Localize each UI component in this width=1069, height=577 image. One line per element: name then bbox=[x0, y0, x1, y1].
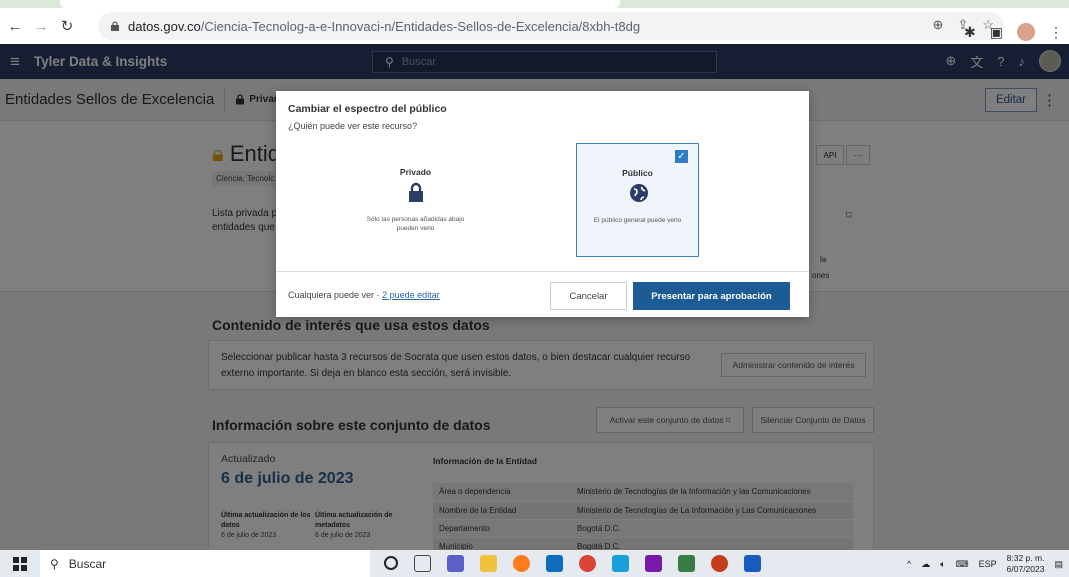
private-description: Sólo las personas añadidas abajo pueden … bbox=[366, 216, 465, 232]
windows-taskbar: ⚲ Buscar ^ ☁ 🔈︎ ⌨ ESP 8:32 p. m. 6/07/2023… bbox=[0, 550, 1069, 577]
editors-link[interactable]: 2 puede editar bbox=[382, 290, 440, 300]
browser-toolbar: ← → ↻ datos.gov.co/Ciencia-Tecnolog-a-e-… bbox=[0, 8, 1069, 44]
firefox-icon[interactable] bbox=[513, 555, 530, 572]
extensions-icon[interactable]: ✱ bbox=[964, 24, 976, 41]
edge-icon[interactable] bbox=[612, 555, 629, 572]
modal-footer: Cualquiera puede ver · 2 puede editar Ca… bbox=[276, 271, 809, 317]
teams-icon[interactable] bbox=[447, 555, 464, 572]
chrome-icon[interactable] bbox=[579, 555, 596, 572]
modal-title: Cambiar el espectro del público bbox=[288, 103, 447, 115]
onenote-icon[interactable] bbox=[645, 555, 662, 572]
notifications-icon[interactable]: ▤ bbox=[1054, 559, 1063, 570]
onedrive-icon[interactable]: ☁ bbox=[921, 559, 930, 570]
taskbar-apps bbox=[384, 555, 761, 572]
windows-start-icon[interactable] bbox=[0, 550, 40, 577]
task-view-icon[interactable] bbox=[414, 555, 431, 572]
public-label: Público bbox=[622, 168, 653, 178]
public-description: El público general puede verlo bbox=[593, 217, 682, 224]
back-icon[interactable]: ← bbox=[4, 15, 26, 37]
cancel-button[interactable]: Cancelar bbox=[550, 282, 627, 310]
lock-icon bbox=[111, 21, 119, 31]
volume-icon[interactable]: 🔈︎ bbox=[940, 559, 945, 570]
word-icon[interactable] bbox=[744, 555, 761, 572]
system-tray: ^ ☁ 🔈︎ ⌨ ESP 8:32 p. m. 6/07/2023 ▤ bbox=[907, 553, 1063, 575]
forward-icon[interactable]: → bbox=[30, 15, 52, 37]
menu-kebab-icon[interactable]: ⋮ bbox=[1049, 24, 1063, 41]
browser-tab-strip bbox=[0, 0, 1069, 8]
search-icon: ⚲ bbox=[50, 556, 59, 571]
chevron-up-icon[interactable]: ^ bbox=[907, 559, 911, 569]
outlook-icon[interactable] bbox=[546, 555, 563, 572]
active-tab[interactable] bbox=[60, 0, 620, 8]
zoom-icon[interactable]: ⊕ bbox=[933, 17, 944, 33]
globe-icon bbox=[630, 184, 648, 202]
reload-icon[interactable]: ↻ bbox=[56, 15, 78, 37]
audience-modal: Cambiar el espectro del público ¿Quién p… bbox=[276, 91, 809, 317]
private-option[interactable]: Privado Sólo las personas añadidas abajo… bbox=[354, 143, 477, 257]
modal-subtitle: ¿Quién puede ver este recurso? bbox=[288, 121, 418, 131]
keyboard-icon[interactable]: ⌨ bbox=[956, 559, 969, 570]
app-icon[interactable] bbox=[678, 555, 695, 572]
language-indicator[interactable]: ESP bbox=[979, 559, 997, 569]
lock-icon bbox=[409, 182, 423, 202]
public-option[interactable]: ✓ Público El público general puede verlo bbox=[576, 143, 699, 257]
address-bar[interactable]: datos.gov.co/Ciencia-Tecnolog-a-e-Innova… bbox=[98, 12, 1004, 40]
sidepanel-icon[interactable]: ▣ bbox=[990, 24, 1003, 41]
clock[interactable]: 8:32 p. m. 6/07/2023 bbox=[1007, 553, 1045, 575]
taskbar-search[interactable]: ⚲ Buscar bbox=[40, 550, 370, 577]
cortana-icon[interactable] bbox=[384, 556, 398, 570]
profile-avatar[interactable] bbox=[1017, 23, 1035, 41]
private-label: Privado bbox=[399, 167, 432, 177]
file-explorer-icon[interactable] bbox=[480, 555, 497, 572]
powerpoint-icon[interactable] bbox=[711, 555, 728, 572]
checkmark-icon: ✓ bbox=[675, 150, 688, 163]
url-host: datos.gov.co bbox=[128, 18, 201, 34]
footer-text: Cualquiera puede ver · 2 puede editar bbox=[288, 290, 440, 300]
submit-for-approval-button[interactable]: Presentar para aprobación bbox=[633, 282, 790, 310]
url-path: /Ciencia-Tecnolog-a-e-Innovaci-n/Entidad… bbox=[200, 18, 641, 34]
